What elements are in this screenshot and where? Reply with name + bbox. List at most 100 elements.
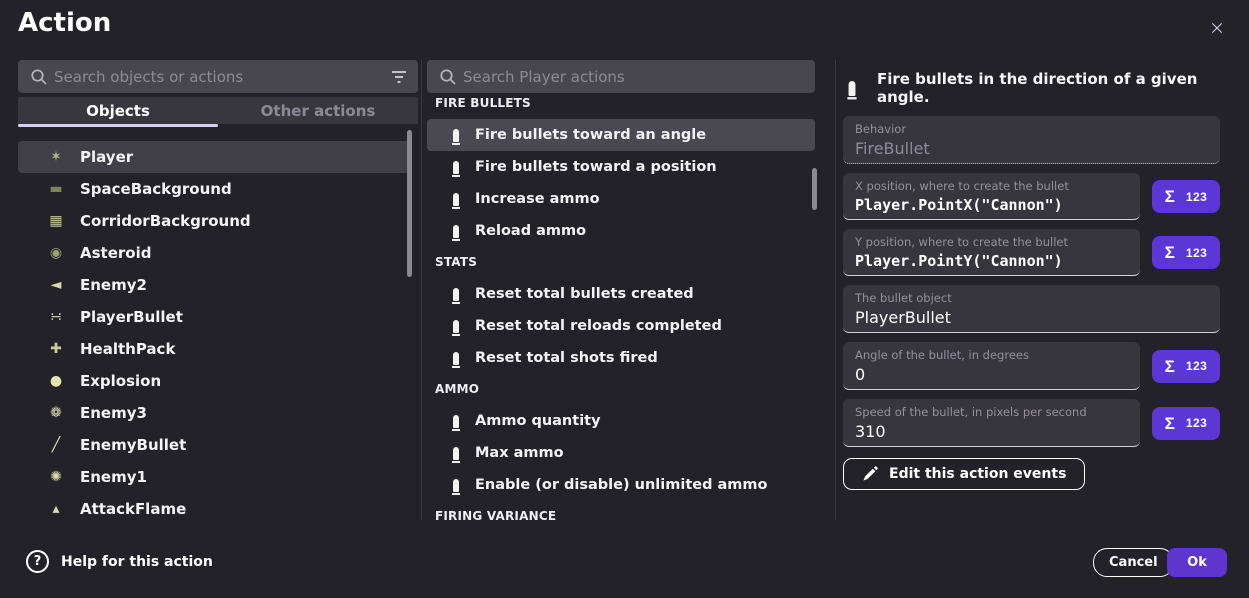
action-row-reset-total-bullets-created[interactable]: Reset total bullets created	[427, 278, 815, 310]
objects-search-input[interactable]	[48, 68, 390, 86]
object-row-player[interactable]: ✶ Player	[18, 141, 410, 173]
action-label: Reload ammo	[475, 223, 586, 239]
sigma-icon: Σ	[1165, 188, 1175, 205]
edit-action-events-label: Edit this action events	[889, 466, 1066, 482]
object-row-enemy3[interactable]: ❁Enemy3	[18, 397, 410, 429]
help-for-action-link[interactable]: ? Help for this action	[26, 550, 213, 573]
sigma-icon: Σ	[1165, 415, 1175, 432]
field-row-behavior: Behavior FireBullet	[843, 116, 1220, 164]
parameter-field[interactable]: Angle of the bullet, in degrees 0	[843, 342, 1140, 390]
field-label: Behavior	[855, 122, 1208, 136]
action-row-enable-or-disable-unlimited-ammo[interactable]: Enable (or disable) unlimited ammo	[427, 469, 815, 501]
field-value[interactable]: 310	[855, 422, 1128, 441]
action-row-increase-ammo[interactable]: Increase ammo	[427, 183, 815, 215]
close-icon[interactable]	[1205, 16, 1229, 40]
object-label: PlayerBullet	[80, 308, 183, 326]
field-row-the-bullet-object: The bullet object PlayerBullet	[843, 285, 1220, 333]
parameter-field[interactable]: Y position, where to create the bulletPl…	[843, 229, 1140, 276]
action-label: Fire bullets toward an angle	[475, 127, 706, 143]
panel-divider	[835, 60, 836, 520]
parameter-field[interactable]: X position, where to create the bullet Pl…	[843, 173, 1140, 220]
object-row-healthpack[interactable]: ✚HealthPack	[18, 333, 410, 365]
object-label: Enemy3	[80, 404, 147, 422]
field-value[interactable]: 0	[855, 365, 1128, 384]
expression-builder-button[interactable]: Σ 123	[1152, 180, 1220, 213]
field-row-y-position: Y position, where to create the bulletPl…	[843, 229, 1220, 276]
asteroid-object-icon: ◉	[40, 245, 72, 261]
numeric-123-icon: 123	[1186, 359, 1208, 373]
field-label: Angle of the bullet, in degrees	[855, 348, 1128, 362]
page-title: Action	[18, 8, 111, 38]
object-row-enemy2[interactable]: ◄ Enemy2	[18, 269, 410, 301]
action-description-text: Fire bullets in the direction of a given…	[877, 70, 1224, 106]
field-value[interactable]: Player.PointX("Cannon")	[855, 196, 1128, 214]
bullet-icon	[453, 129, 459, 142]
healthpack-object-icon: ✚	[40, 341, 72, 357]
filter-icon[interactable]	[390, 70, 408, 84]
object-row-enemybullet[interactable]: ╱EnemyBullet	[18, 429, 410, 461]
object-row-playerbullet[interactable]: ∺PlayerBullet	[18, 301, 410, 333]
field-row-angle-of-the-bullet: Angle of the bullet, in degrees 0 Σ 123	[843, 342, 1220, 390]
object-row-explosion[interactable]: ●Explosion	[18, 365, 410, 397]
object-row-spacebackground[interactable]: ▬SpaceBackground	[18, 173, 410, 205]
help-label: Help for this action	[61, 554, 213, 570]
bullet-icon	[453, 320, 459, 333]
bullet-icon	[849, 81, 856, 96]
cancel-button[interactable]: Cancel	[1093, 548, 1174, 577]
expression-builder-button[interactable]: Σ123	[1152, 236, 1220, 269]
action-row-max-ammo[interactable]: Max ammo	[427, 437, 815, 469]
field-label: The bullet object	[855, 291, 1208, 305]
bullet-icon	[453, 352, 459, 365]
objects-search-bar	[18, 60, 418, 93]
parameter-field[interactable]: The bullet object PlayerBullet	[843, 285, 1220, 333]
object-label: SpaceBackground	[80, 180, 232, 198]
action-row-fire-bullets-toward-an-angle[interactable]: Fire bullets toward an angle	[427, 119, 815, 151]
tab-objects[interactable]: Objects	[18, 97, 218, 124]
sigma-icon: Σ	[1165, 358, 1175, 375]
object-label: Enemy1	[80, 468, 147, 486]
numeric-123-icon: 123	[1186, 416, 1208, 430]
action-row-reset-total-reloads-completed[interactable]: Reset total reloads completed	[427, 310, 815, 342]
action-label: Max ammo	[475, 445, 564, 461]
player-object-icon: ✶	[40, 149, 72, 165]
action-label: Ammo quantity	[475, 413, 601, 429]
object-label: Asteroid	[80, 244, 151, 262]
object-label: Enemy2	[80, 276, 147, 294]
section-header-firing-variance: FIRING VARIANCE	[427, 506, 815, 520]
actions-scrollbar[interactable]	[812, 168, 817, 210]
enemy1-object-icon: ✺	[40, 469, 72, 485]
object-row-enemy1[interactable]: ✺ Enemy1	[18, 461, 410, 493]
object-row-corridorbackground[interactable]: ▦CorridorBackground	[18, 205, 410, 237]
edit-action-events-button[interactable]: Edit this action events	[843, 458, 1085, 490]
field-value[interactable]: PlayerBullet	[855, 308, 1208, 327]
action-row-reset-total-shots-fired[interactable]: Reset total shots fired	[427, 342, 815, 374]
parameter-field[interactable]: Speed of the bullet, in pixels per secon…	[843, 399, 1140, 447]
pencil-icon	[862, 466, 878, 482]
action-row-ammo-quantity[interactable]: Ammo quantity	[427, 405, 815, 437]
object-label: CorridorBackground	[80, 212, 251, 230]
tab-other-actions[interactable]: Other actions	[218, 97, 418, 124]
expression-builder-button[interactable]: Σ 123	[1152, 407, 1220, 440]
field-value[interactable]: Player.PointY("Cannon")	[855, 252, 1128, 270]
sigma-icon: Σ	[1165, 244, 1175, 261]
left-panel-tabs: ObjectsOther actions	[18, 97, 418, 124]
action-label: Reset total bullets created	[475, 286, 694, 302]
enemy2-object-icon: ◄	[40, 277, 72, 293]
ok-button[interactable]: Ok	[1167, 548, 1227, 577]
section-header-stats: STATS	[427, 252, 815, 272]
actions-search-input[interactable]	[457, 68, 805, 86]
action-row-reload-ammo[interactable]: Reload ammo	[427, 215, 815, 247]
bullet-icon	[453, 415, 459, 428]
objects-scrollbar[interactable]	[407, 130, 412, 277]
object-row-asteroid[interactable]: ◉ Asteroid	[18, 237, 410, 269]
expression-builder-button[interactable]: Σ 123	[1152, 350, 1220, 383]
action-row-fire-bullets-toward-a-position[interactable]: Fire bullets toward a position	[427, 151, 815, 183]
object-row-attackflame[interactable]: ▴AttackFlame	[18, 493, 410, 525]
numeric-123-icon: 123	[1186, 190, 1208, 204]
object-label: Player	[80, 148, 133, 166]
actions-search-bar	[427, 60, 815, 93]
bullet-icon	[453, 447, 459, 460]
section-header-ammo: AMMO	[427, 379, 815, 399]
field-label: X position, where to create the bullet	[855, 179, 1128, 193]
field-value: FireBullet	[855, 139, 1208, 158]
